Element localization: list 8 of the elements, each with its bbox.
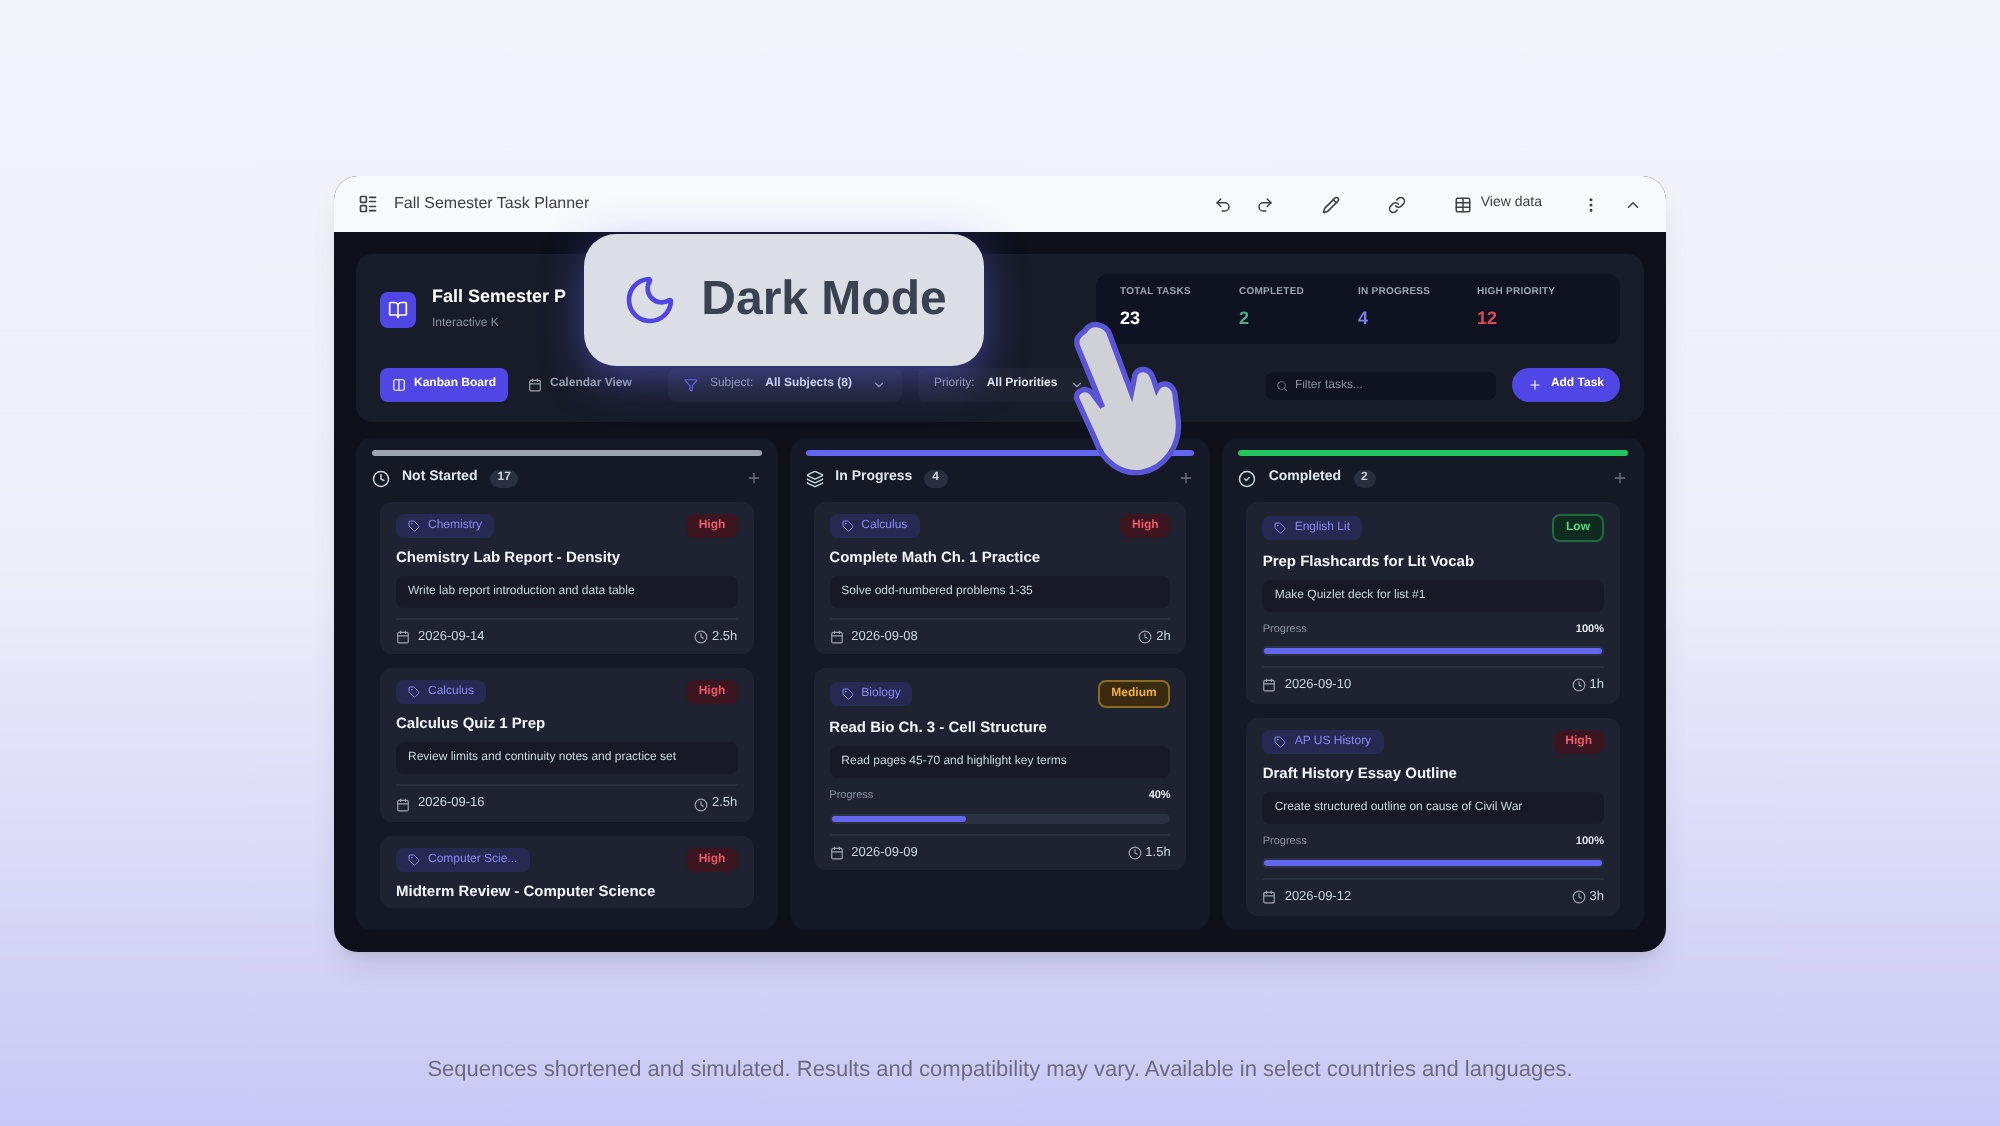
window-title: Fall Semester Task Planner — [394, 192, 592, 216]
app-title: Fall Semester P — [432, 284, 567, 311]
disclaimer-text: Sequences shortened and simulated. Results and compatibility may vary. Available in select countries and languages. — [427, 1056, 1573, 1086]
stat-value: 23 — [1120, 305, 1143, 331]
stat-value: 2 — [1239, 305, 1252, 331]
stat-value: 4 — [1358, 305, 1371, 331]
mode-badge: Dark Mode — [584, 234, 984, 366]
stat-value: 12 — [1477, 305, 1500, 331]
